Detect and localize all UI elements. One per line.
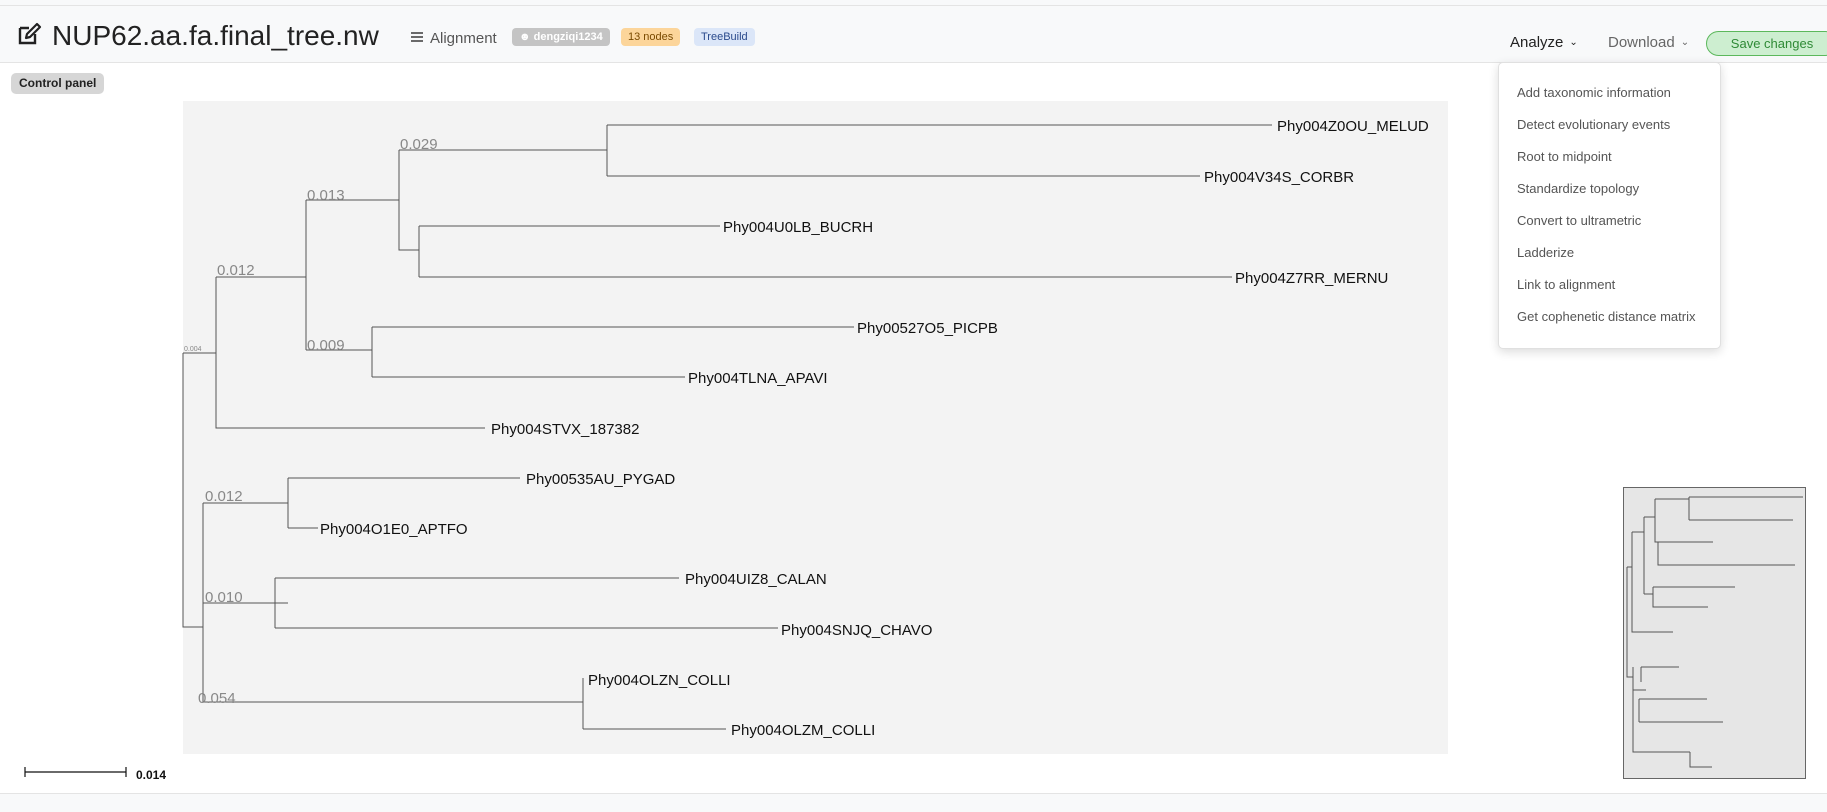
branch-label: 0.004: [184, 346, 202, 353]
scale-bar: [24, 767, 127, 777]
menu-item-convert-to-ultrametric[interactable]: Convert to ultrametric: [1517, 213, 1641, 228]
branch-label: 0.012: [217, 262, 255, 279]
menu-item-cophenetic-distance-matrix[interactable]: Get cophenetic distance matrix: [1517, 309, 1695, 324]
menu-item-standardize-topology[interactable]: Standardize topology: [1517, 181, 1639, 196]
minimap-frame: [1623, 487, 1806, 779]
branch-label: 0.013: [307, 187, 345, 204]
leaf-label[interactable]: Phy004V34S_CORBR: [1204, 169, 1354, 186]
tree-minimap[interactable]: [1623, 487, 1806, 779]
leaf-label[interactable]: Phy004Z7RR_MERNU: [1235, 270, 1388, 287]
menu-item-add-taxonomic-info[interactable]: Add taxonomic information: [1517, 85, 1671, 100]
menu-item-link-to-alignment[interactable]: Link to alignment: [1517, 277, 1615, 292]
leaf-label[interactable]: Phy004Z0OU_MELUD: [1277, 118, 1429, 135]
leaf-label[interactable]: Phy004OLZM_COLLI: [731, 722, 875, 739]
scale-label: 0.014: [136, 768, 167, 782]
leaf-label[interactable]: Phy004STVX_187382: [491, 421, 639, 438]
leaf-label[interactable]: Phy004TLNA_APAVI: [688, 370, 828, 387]
branch-label: 0.054: [198, 690, 236, 707]
menu-item-ladderize[interactable]: Ladderize: [1517, 245, 1574, 260]
branch-label: 0.029: [400, 136, 438, 153]
branch-label: 0.009: [307, 337, 345, 354]
leaf-label[interactable]: Phy004UIZ8_CALAN: [685, 571, 827, 588]
leaf-label[interactable]: Phy004O1E0_APTFO: [320, 521, 468, 538]
leaf-label[interactable]: Phy004OLZN_COLLI: [588, 672, 731, 689]
menu-item-detect-evolutionary-events[interactable]: Detect evolutionary events: [1517, 117, 1670, 132]
branch-label: 0.012: [205, 488, 243, 505]
leaf-label[interactable]: Phy004SNJQ_CHAVO: [781, 622, 932, 639]
leaf-label[interactable]: Phy00527O5_PICPB: [857, 320, 998, 337]
menu-item-root-to-midpoint[interactable]: Root to midpoint: [1517, 149, 1612, 164]
leaf-label[interactable]: Phy004U0LB_BUCRH: [723, 219, 873, 236]
branch-label: 0.010: [205, 589, 243, 606]
analyze-menu: Add taxonomic information Detect evoluti…: [1498, 62, 1721, 349]
leaf-label[interactable]: Phy00535AU_PYGAD: [526, 471, 675, 488]
